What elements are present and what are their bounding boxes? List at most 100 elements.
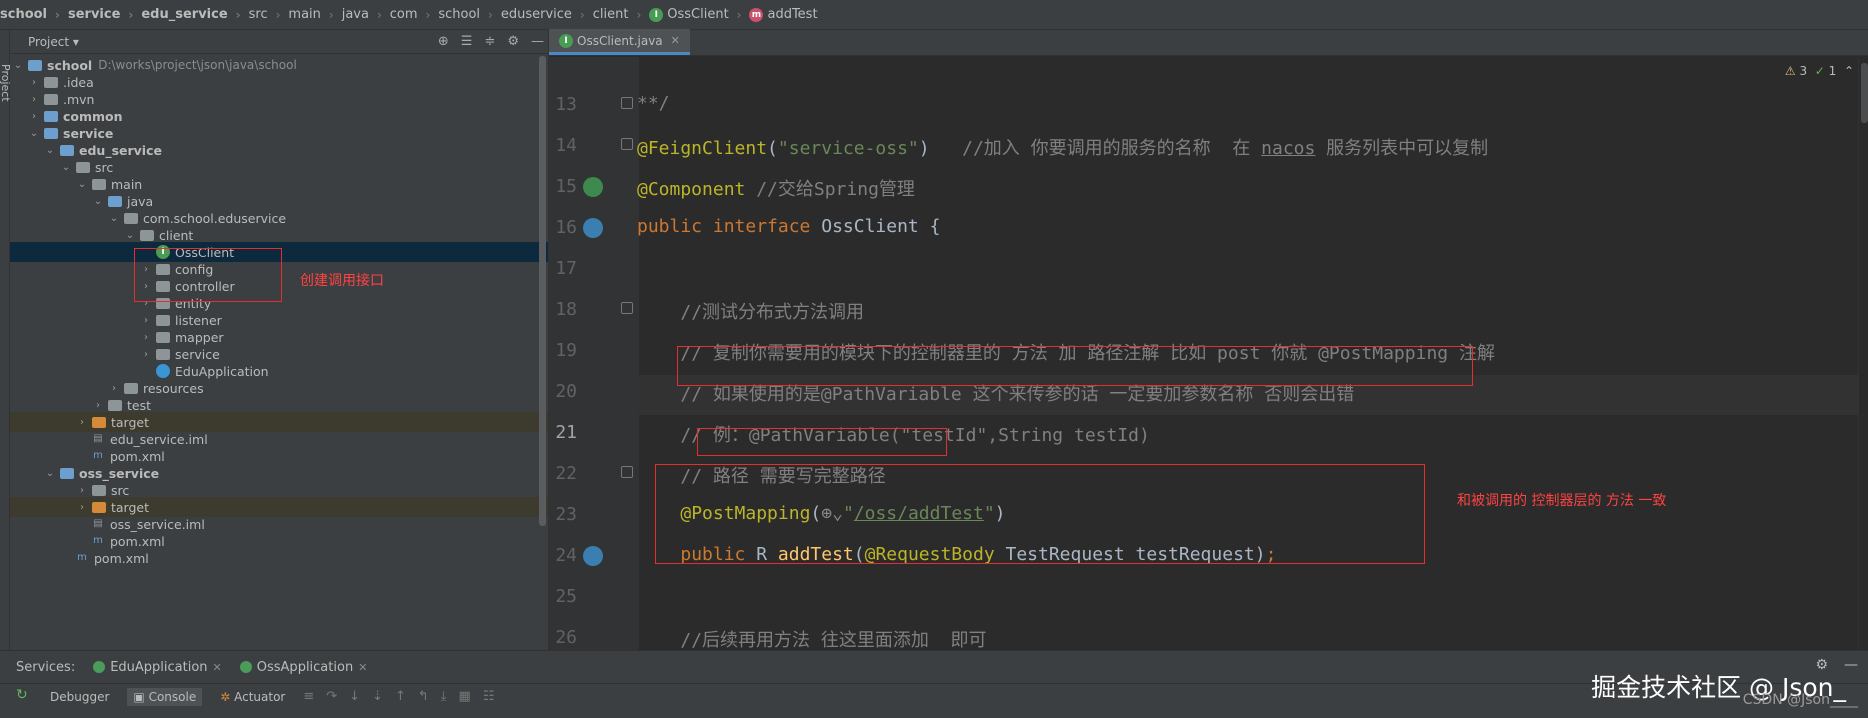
code-line-15[interactable]: @Component //交给Spring管理 [637, 175, 915, 201]
editor-gutter: 13 14 15 16 17 18 19 20 21 22 23 24 25 2… [549, 57, 639, 689]
breadcrumb-label: com [389, 7, 418, 22]
step-over-icon[interactable]: ↷ [326, 689, 337, 704]
close-icon[interactable]: ✕ [671, 34, 680, 47]
tree-item-label: client [159, 227, 194, 243]
code-line-18[interactable]: //测试分布式方法调用 [637, 298, 864, 324]
tab-actuator[interactable]: ✲ Actuator [220, 690, 285, 704]
fold-icon[interactable] [621, 97, 633, 109]
collapse-all-icon[interactable]: ≑ [484, 34, 495, 49]
chevron-down-icon[interactable]: ⌄ [124, 230, 136, 241]
drop-frame-icon[interactable]: ↰ [418, 689, 429, 704]
tree-item-label: src [111, 482, 130, 498]
chevron-up-icon[interactable]: ⌃ [1844, 64, 1854, 78]
tab-debugger[interactable]: Debugger [50, 690, 109, 704]
cursor-icon[interactable]: ⤓ [441, 689, 447, 704]
tab-ossapplication[interactable]: OssApplication ✕ [239, 659, 367, 675]
package-icon [140, 229, 154, 241]
tree-item-label: com.school.eduservice [143, 210, 287, 226]
list-icon[interactable]: ☷ [483, 689, 495, 704]
chevron-down-icon[interactable]: ⌄ [12, 60, 24, 71]
breadcrumb-addtest[interactable]: m addTest [749, 7, 818, 22]
tab-label: OssApplication [256, 659, 354, 675]
breadcrumb-school-pkg[interactable]: school › [438, 7, 501, 22]
gear-icon[interactable]: ⚙ [507, 34, 519, 49]
chevron-down-icon[interactable]: ⌄ [44, 468, 56, 479]
editor-scrollbar[interactable] [1858, 57, 1868, 650]
project-dropdown[interactable]: Project ▾ [28, 35, 79, 49]
interface-icon: I [559, 33, 573, 48]
chevron-right-icon[interactable]: › [28, 111, 40, 122]
step-into-icon[interactable]: ↓ [349, 689, 360, 704]
chevron-right-icon[interactable]: › [140, 332, 152, 343]
close-icon[interactable]: ✕ [213, 661, 222, 674]
scrollbar-thumb[interactable] [1861, 63, 1868, 123]
breadcrumb-eduservice[interactable]: eduservice › [501, 7, 593, 22]
comment: **/ [637, 93, 670, 114]
chevron-down-icon[interactable]: ⌄ [76, 179, 88, 190]
close-icon[interactable]: ✕ [358, 661, 367, 674]
hide-icon[interactable]: — [1844, 657, 1858, 673]
breadcrumb-ossclient[interactable]: I OssClient › [649, 7, 749, 22]
tab-eduapplication[interactable]: EduApplication ✕ [93, 660, 222, 675]
breadcrumb-label: client [592, 7, 629, 22]
chevron-right-icon[interactable]: › [28, 77, 40, 88]
chevron-down-icon[interactable]: ⌄ [28, 128, 40, 139]
implementation-icon[interactable] [583, 546, 603, 566]
chevron-right-icon[interactable]: › [76, 417, 88, 428]
chevron-right-icon[interactable]: › [140, 315, 152, 326]
tree-item-label: edu_service [79, 142, 162, 158]
code-line-16[interactable]: public interface OssClient { [637, 216, 940, 237]
spring-app-icon [156, 364, 170, 378]
fold-icon[interactable] [621, 302, 633, 314]
chevron-down-icon[interactable]: ⌄ [44, 145, 56, 156]
step-out-icon[interactable]: ↑ [395, 689, 406, 704]
annotation-token: @Component [637, 179, 746, 200]
breadcrumb-com[interactable]: com › [390, 7, 439, 22]
ok-count: 1 [1828, 64, 1837, 78]
tree-item-label: service [63, 125, 114, 141]
chevron-right-icon[interactable]: › [140, 349, 152, 360]
breadcrumb-src[interactable]: src › [249, 7, 289, 22]
rerun-icon[interactable]: ↻ [16, 687, 28, 703]
breadcrumb-service[interactable]: service › [68, 7, 141, 22]
chevron-right-icon[interactable]: › [108, 383, 120, 394]
locate-icon[interactable]: ⊕ [438, 34, 449, 49]
breadcrumb-java[interactable]: java › [342, 7, 390, 22]
chevron-right-icon[interactable]: › [76, 485, 88, 496]
hide-icon[interactable]: — [531, 34, 544, 49]
fold-icon[interactable] [621, 138, 633, 150]
breadcrumb-school[interactable]: school › [0, 7, 68, 22]
chevron-down-icon[interactable]: ⌄ [108, 213, 120, 224]
code-line-26[interactable]: //后续再用方法 往这里面添加 即可 [637, 626, 986, 652]
breadcrumb-label: src [248, 7, 268, 22]
comment: //测试分布式方法调用 [680, 302, 865, 323]
menu-icon[interactable]: ≡ [303, 689, 314, 704]
chevron-down-icon[interactable]: ⌄ [92, 196, 104, 207]
left-tool-strip: Project [0, 30, 12, 650]
code-line-13[interactable]: **/ [637, 93, 670, 114]
expand-all-icon[interactable]: ☰ [461, 34, 473, 49]
table-icon[interactable]: ▦ [459, 689, 471, 704]
line-number: 19 [555, 340, 577, 361]
tree-item-root-pom[interactable]: m pom.xml [10, 548, 548, 568]
code-line-14[interactable]: @FeignClient("service-oss") //加入 你要调用的服务… [637, 134, 1488, 160]
fold-icon[interactable] [621, 466, 633, 478]
implementation-icon[interactable] [583, 218, 603, 238]
spring-bean-icon[interactable] [583, 177, 603, 197]
chevron-down-icon[interactable]: ⌄ [60, 162, 72, 173]
project-scrollbar[interactable] [539, 56, 546, 526]
project-panel: Project ▾ ⊕ ☰ ≑ ⚙ — ⌄ school D:\works\proj… [10, 30, 548, 650]
inspection-widget[interactable]: ⚠ 3 ✓ 1 ⌃ [1785, 64, 1854, 78]
iml-file-icon: ▤ [93, 518, 103, 529]
chevron-right-icon[interactable]: › [28, 94, 40, 105]
breadcrumb-client[interactable]: client › [593, 7, 650, 22]
tree-item-label: src [95, 159, 114, 175]
chevron-right-icon[interactable]: › [92, 400, 104, 411]
tab-ossclient[interactable]: I OssClient.java ✕ [549, 29, 690, 55]
actuator-icon: ✲ [220, 689, 231, 704]
chevron-right-icon[interactable]: › [76, 502, 88, 513]
tab-console[interactable]: ▣ Console [127, 687, 203, 706]
breadcrumb-edu-service[interactable]: edu_service › [141, 7, 248, 22]
force-step-icon[interactable]: ⇣ [372, 689, 383, 704]
breadcrumb-main[interactable]: main › [288, 7, 341, 22]
